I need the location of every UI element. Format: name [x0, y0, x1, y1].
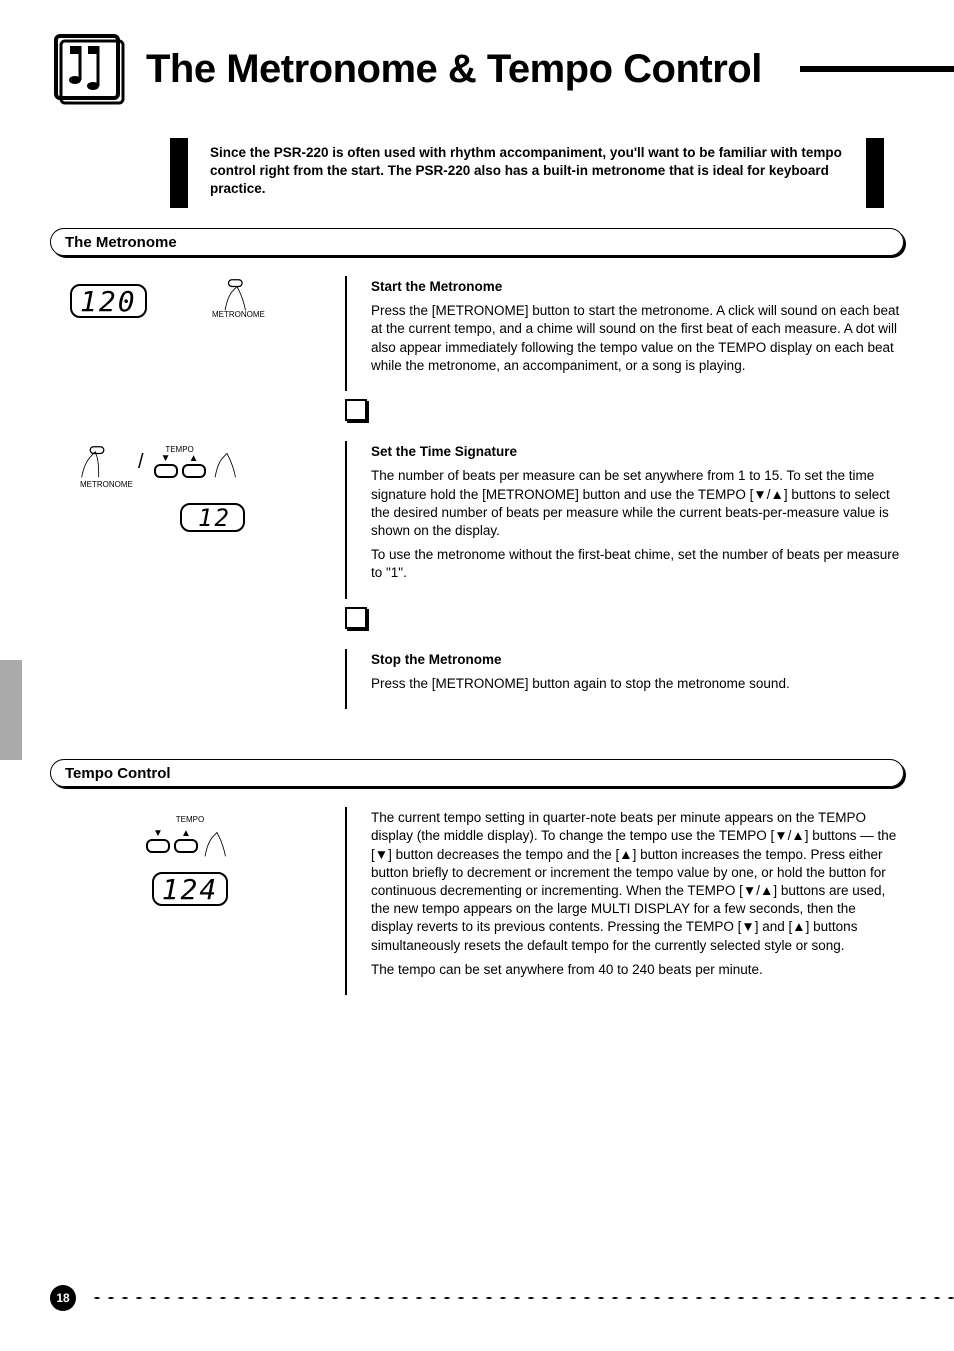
step-2-text-1: The number of beats per measure can be s… [371, 467, 900, 540]
tempo-down-triangle-icon: ▼ [161, 454, 171, 464]
page-title: The Metronome & Tempo Control [146, 47, 762, 92]
nav-square-2 [345, 607, 367, 629]
footer-dots [90, 1296, 954, 1300]
tempo-block: TEMPO ▼ ▲ 124 The current tempo setting … [50, 807, 904, 995]
step-3-label: Stop the Metronome [371, 651, 900, 669]
step-3: Stop the Metronome Press the [METRONOME]… [50, 649, 904, 709]
tempo-up-button[interactable] [182, 464, 206, 478]
nav-square-1 [345, 399, 367, 421]
step-2: METRONOME / TEMPO ▼ ▲ 12 [50, 441, 904, 599]
lcd-display-120: 120 [70, 284, 147, 318]
tempo-up-triangle-icon-2: ▲ [181, 829, 191, 839]
step-3-text: Press the [METRONOME] button again to st… [371, 675, 900, 693]
intro-bar-left [170, 138, 188, 208]
finger-press-icon [220, 278, 254, 312]
intro-bar-right [866, 138, 884, 208]
title-rule [800, 66, 954, 72]
finger-hold-icon [80, 445, 114, 479]
page-footer: 18 [50, 1285, 954, 1311]
step-2-label: Set the Time Signature [371, 443, 900, 461]
button-label-metronome: METRONOME [212, 310, 260, 319]
tempo-down-triangle-icon-2: ▼ [153, 829, 163, 839]
button-label-metronome-2: METRONOME [80, 480, 128, 489]
slash-icon: / [138, 445, 144, 474]
finger-press-icon-2 [210, 445, 244, 479]
musicnote-icon [50, 30, 128, 108]
tempo-up-button-2[interactable] [174, 839, 198, 853]
step-1-label: Start the Metronome [371, 278, 900, 296]
page-number: 18 [50, 1285, 76, 1311]
intro-text: Since the PSR-220 is often used with rhy… [210, 144, 844, 199]
tempo-down-button[interactable] [154, 464, 178, 478]
section-heading-metronome: The Metronome [50, 228, 904, 256]
step-2-text-2: To use the metronome without the first-b… [371, 546, 900, 582]
finger-press-icon-3 [200, 824, 234, 858]
section-heading-tempo: Tempo Control [50, 759, 904, 787]
tempo-text-2: The tempo can be set anywhere from 40 to… [371, 961, 900, 979]
step-1: 120 METRONOME Start the Metronome Press … [50, 276, 904, 391]
page-header: The Metronome & Tempo Control [50, 30, 904, 108]
tempo-up-triangle-icon: ▲ [189, 454, 199, 464]
tempo-down-button-2[interactable] [146, 839, 170, 853]
lcd-display-12: 12 [180, 503, 245, 532]
lcd-display-124: 124 [152, 872, 229, 906]
step-1-text: Press the [METRONOME] button to start th… [371, 302, 900, 375]
tempo-text-1: The current tempo setting in quarter-not… [371, 809, 900, 955]
tempo-label-2: TEMPO [176, 815, 204, 824]
